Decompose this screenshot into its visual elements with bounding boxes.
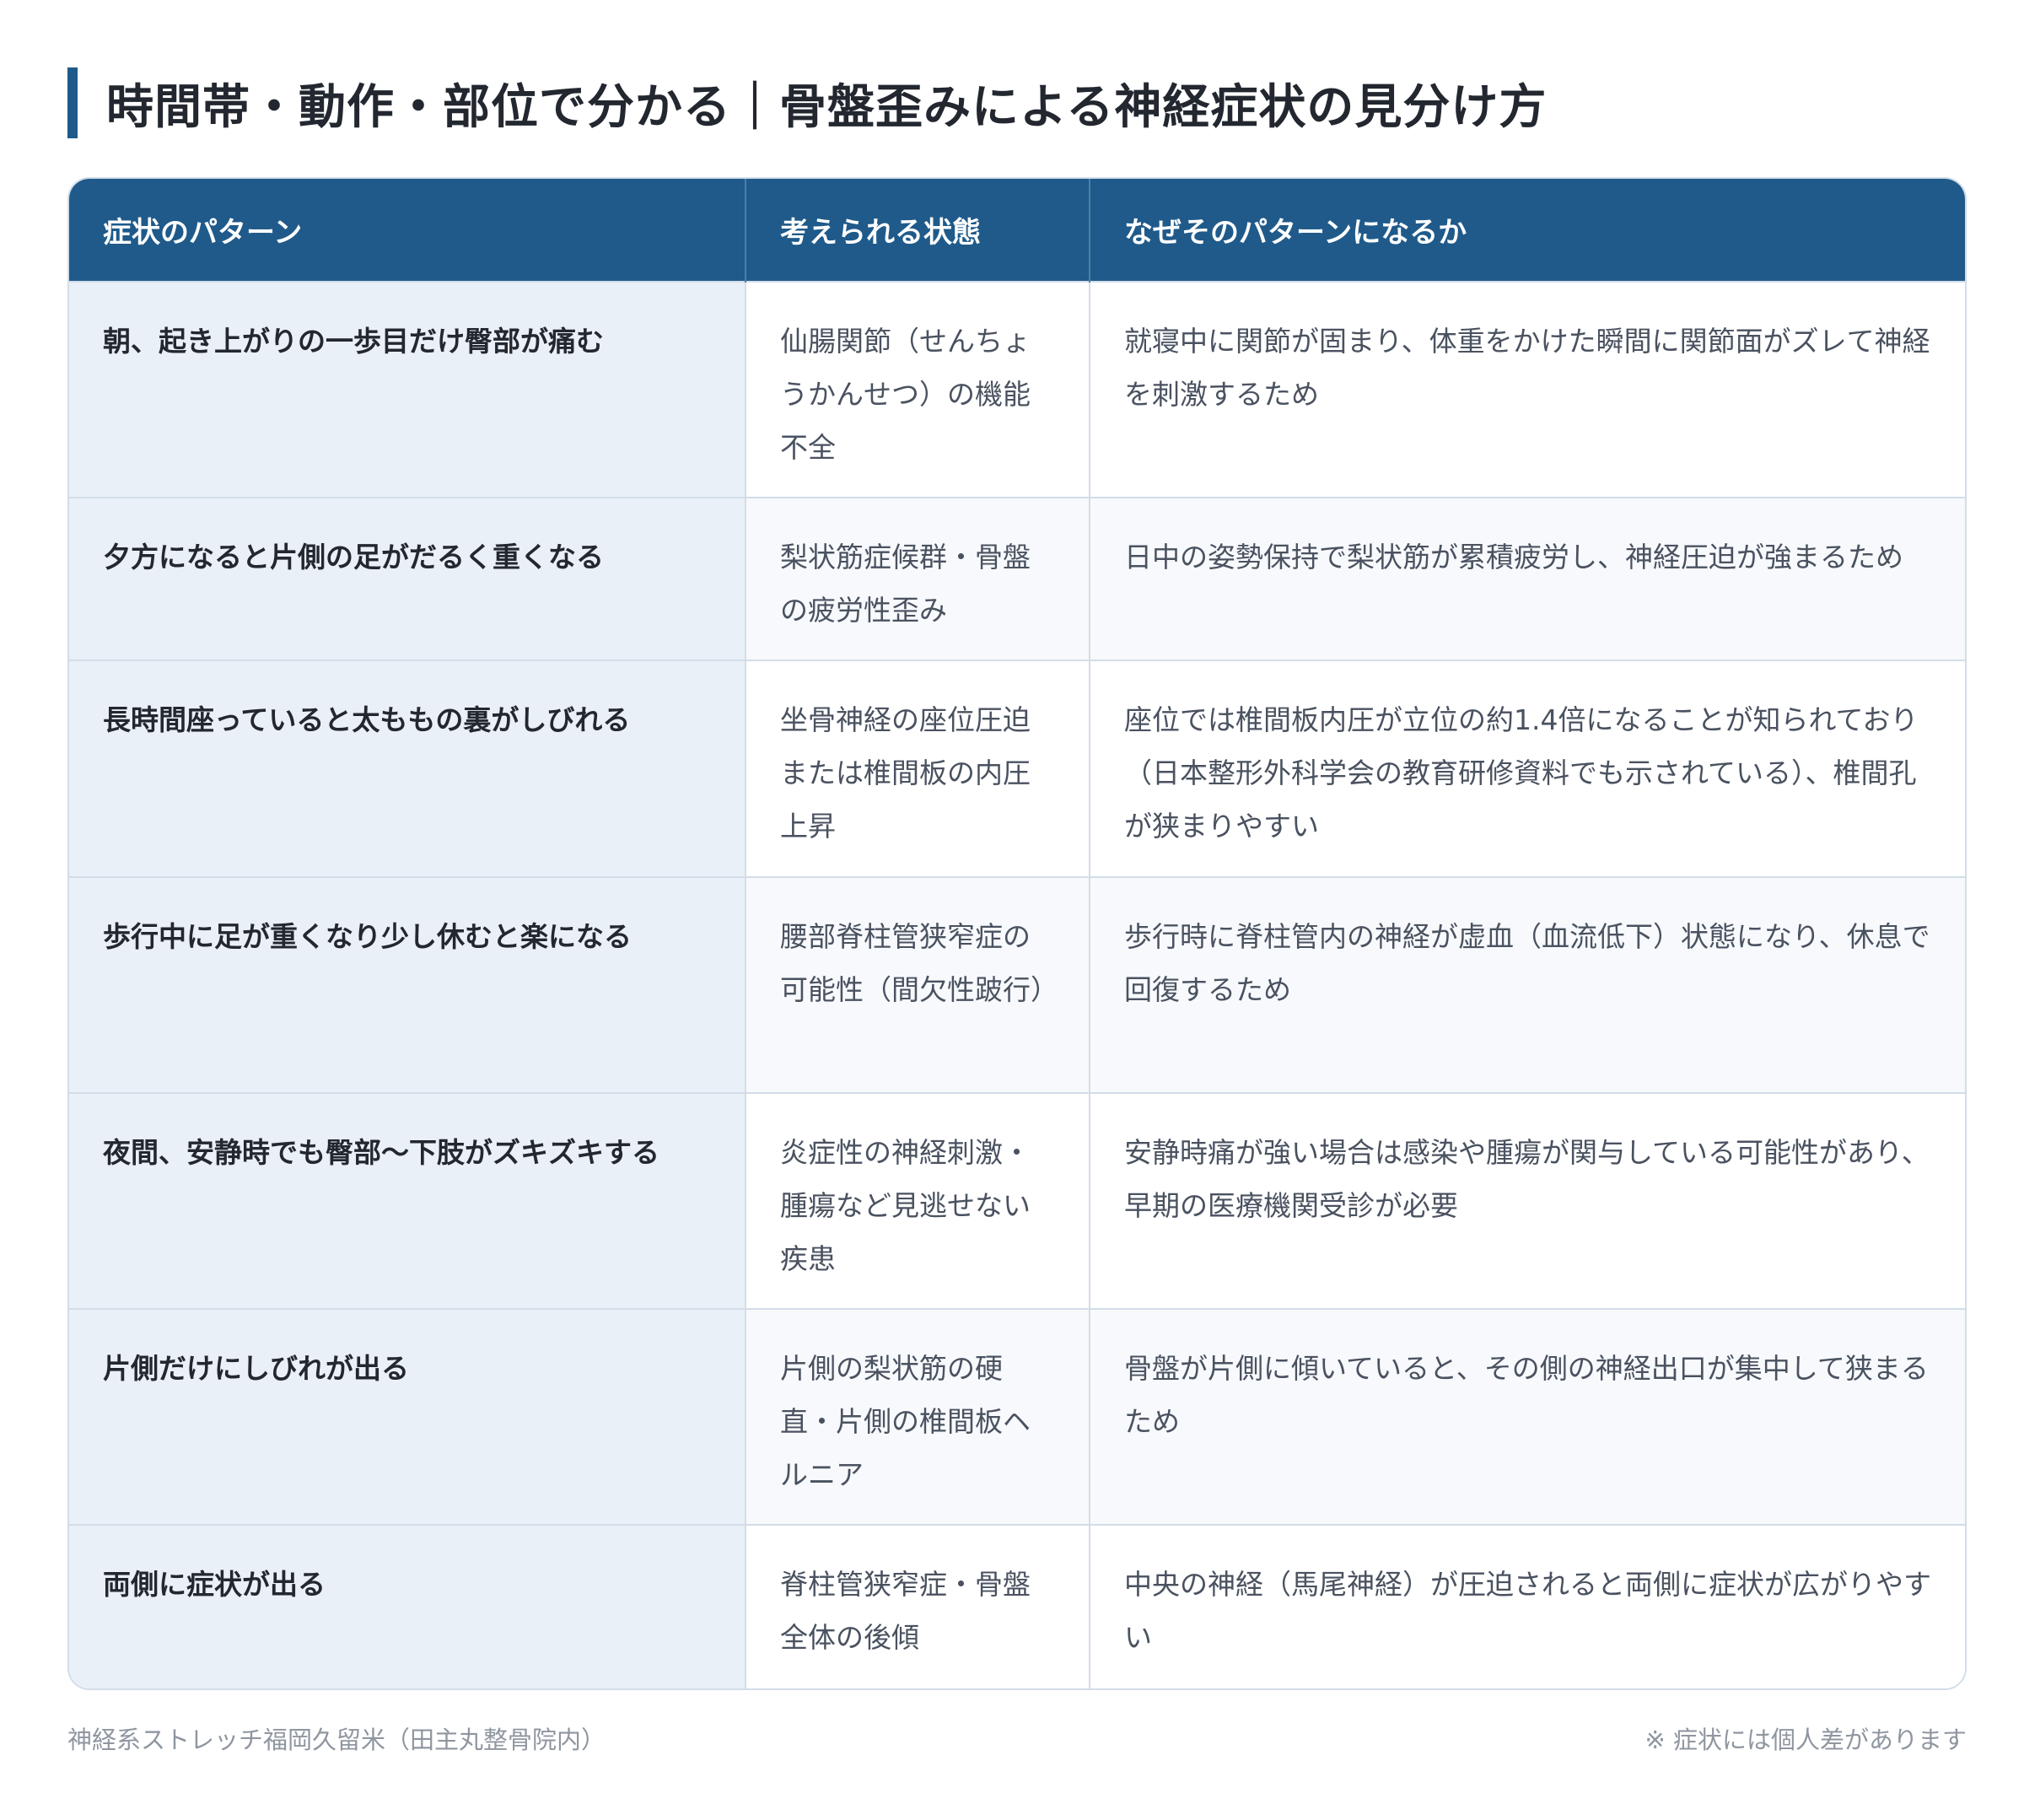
cell-pattern: 夜間、安静時でも臀部〜下肢がズキズキする: [69, 1092, 746, 1309]
cell-pattern: 朝、起き上がりの一歩目だけ臀部が痛む: [69, 281, 746, 498]
cell-state: 梨状筋症候群・骨盤の疲労性歪み: [746, 497, 1090, 660]
title-accent-bar: [67, 67, 78, 138]
table-row: 両側に症状が出る 脊柱管狭窄症・骨盤全体の後傾 中央の神経（馬尾神経）が圧迫され…: [69, 1524, 1965, 1688]
cell-reason: 歩行時に脊柱管内の神経が虚血（血流低下）状態になり、休息で回復するため: [1090, 876, 1965, 1093]
page: 時間帯・動作・部位で分かる｜骨盤歪みによる神経症状の見分け方 症状のパターン 考…: [0, 0, 2024, 1820]
cell-pattern: 歩行中に足が重くなり少し休むと楽になる: [69, 876, 746, 1093]
footer-note: ※ 症状には個人差があります: [1644, 1726, 1967, 1754]
table-header-row: 症状のパターン 考えられる状態 なぜそのパターンになるか: [69, 179, 1965, 282]
footer-source: 神経系ストレッチ福岡久留米（田主丸整骨院内）: [67, 1726, 606, 1754]
table-row: 歩行中に足が重くなり少し休むと楽になる 腰部脊柱管狭窄症の可能性（間欠性跛行） …: [69, 876, 1965, 1093]
header-reason: なぜそのパターンになるか: [1124, 216, 1467, 250]
page-title: 時間帯・動作・部位で分かる｜骨盤歪みによる神経症状の見分け方: [106, 79, 1548, 135]
table-row: 朝、起き上がりの一歩目だけ臀部が痛む 仙腸関節（せんちょうかんせつ）の機能不全 …: [69, 281, 1965, 498]
table-header: 症状のパターン 考えられる状態 なぜそのパターンになるか: [69, 179, 1965, 282]
cell-state: 脊柱管狭窄症・骨盤全体の後傾: [746, 1524, 1090, 1688]
cell-state: 腰部脊柱管狭窄症の可能性（間欠性跛行）: [746, 876, 1090, 1093]
header-state: 考えられる状態: [746, 179, 1090, 282]
cell-reason: 日中の姿勢保持で梨状筋が累積疲労し、神経圧迫が強まるため: [1090, 497, 1965, 660]
cell-state: 片側の梨状筋の硬直・片側の椎間板ヘルニア: [746, 1308, 1090, 1525]
table-row: 長時間座っていると太ももの裏がしびれる 坐骨神経の座位圧迫または椎間板の内圧上昇…: [69, 660, 1965, 877]
cell-reason: 骨盤が片側に傾いていると、その側の神経出口が集中して狭まるため: [1090, 1308, 1965, 1525]
cell-state: 炎症性の神経刺激・腫瘍など見逃せない疾患: [746, 1092, 1090, 1309]
cell-reason: 中央の神経（馬尾神経）が圧迫されると両側に症状が広がりやすい: [1090, 1524, 1965, 1688]
cell-reason: 就寝中に関節が固まり、体重をかけた瞬間に関節面がズレて神経を刺激するため: [1090, 281, 1965, 498]
title-block: 時間帯・動作・部位で分かる｜骨盤歪みによる神経症状の見分け方: [67, 67, 1547, 138]
cell-pattern: 片側だけにしびれが出る: [69, 1308, 746, 1525]
cell-reason: 安静時痛が強い場合は感染や腫瘍が関与している可能性があり、早期の医療機関受診が必…: [1090, 1092, 1965, 1309]
cell-pattern: 夕方になると片側の足がだるく重くなる: [69, 497, 746, 660]
symptom-table-card: 症状のパターン 考えられる状態 なぜそのパターンになるか 朝、起き上がりの一歩目…: [67, 177, 1967, 1690]
cell-state: 仙腸関節（せんちょうかんせつ）の機能不全: [746, 281, 1090, 498]
symptom-table: 症状のパターン 考えられる状態 なぜそのパターンになるか 朝、起き上がりの一歩目…: [69, 179, 1965, 1688]
cell-state: 坐骨神経の座位圧迫または椎間板の内圧上昇: [746, 660, 1090, 877]
table-row: 夜間、安静時でも臀部〜下肢がズキズキする 炎症性の神経刺激・腫瘍など見逃せない疾…: [69, 1092, 1965, 1309]
cell-pattern: 長時間座っていると太ももの裏がしびれる: [69, 660, 746, 877]
table-body: 朝、起き上がりの一歩目だけ臀部が痛む 仙腸関節（せんちょうかんせつ）の機能不全 …: [69, 281, 1965, 1688]
header-pattern: 症状のパターン: [69, 179, 746, 282]
cell-reason: 座位では椎間板内圧が立位の約1.4倍になることが知られており（日本整形外科学会の…: [1090, 660, 1965, 877]
cell-pattern: 両側に症状が出る: [69, 1524, 746, 1688]
table-row: 夕方になると片側の足がだるく重くなる 梨状筋症候群・骨盤の疲労性歪み 日中の姿勢…: [69, 497, 1965, 660]
table-row: 片側だけにしびれが出る 片側の梨状筋の硬直・片側の椎間板ヘルニア 骨盤が片側に傾…: [69, 1308, 1965, 1525]
